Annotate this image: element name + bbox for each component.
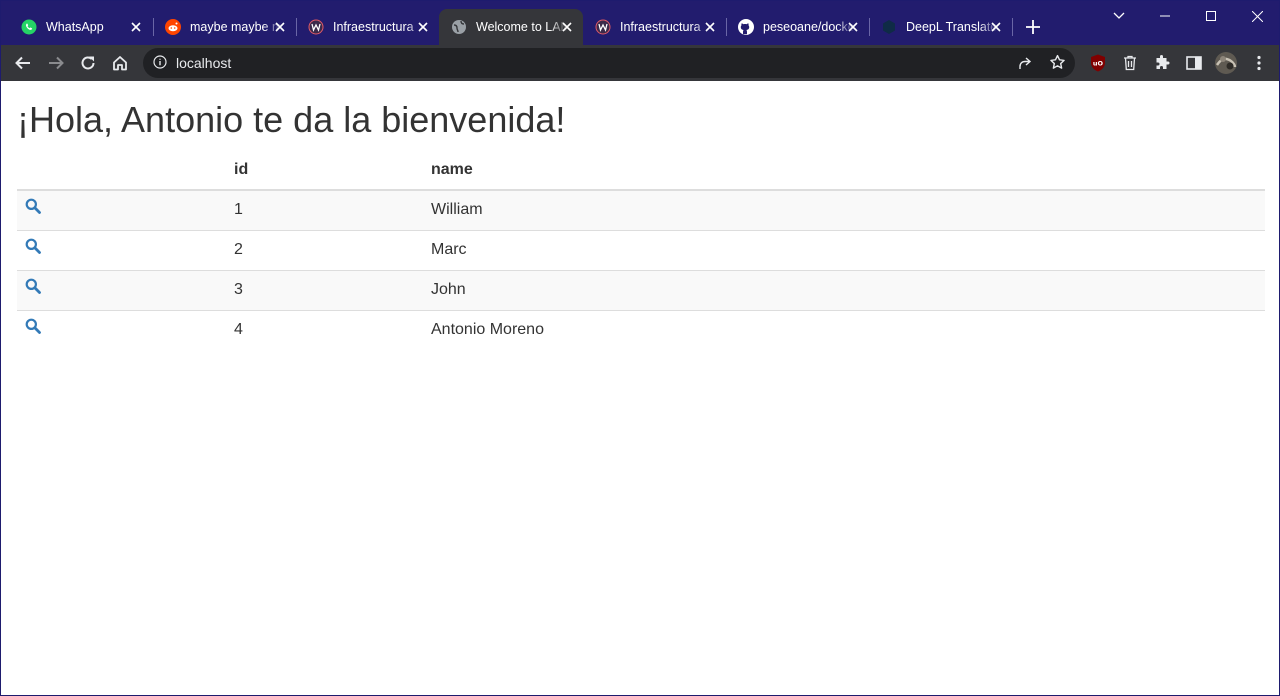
header-id: id [226,150,423,191]
reload-button[interactable] [76,51,100,75]
row-id: 2 [226,229,423,270]
window-close-button[interactable] [1234,1,1279,31]
puzzle-icon [1156,55,1170,69]
row-id: 1 [226,189,423,230]
header-actions [17,150,226,191]
close-icon[interactable] [845,19,861,35]
search-icon[interactable] [25,198,41,215]
tab-separator [1012,18,1013,36]
tab-title: DeepL Translate [906,20,998,34]
github-icon [738,19,754,35]
ublock-extension-button[interactable]: uO [1086,51,1110,75]
row-id: 4 [226,309,423,350]
header-name: name [423,150,1265,191]
table-row: 2 Marc [17,229,1265,270]
tab-search-button[interactable] [1096,1,1142,31]
row-action-cell [17,189,226,230]
table-row: 4 Antonio Moreno [17,309,1265,350]
avatar-icon [1215,52,1237,74]
svg-text:uO: uO [1093,60,1104,68]
share-icon[interactable] [1017,55,1033,76]
plus-icon [1026,20,1040,34]
ublock-shield-icon: uO [1091,54,1105,72]
new-tab-button[interactable] [1023,17,1043,37]
globe-icon [451,19,467,35]
tab-title: Welcome to LAMP [476,20,568,34]
trash-extension-button[interactable] [1118,51,1142,75]
tab-title: peseoane/docker [763,20,855,34]
close-icon[interactable] [559,19,575,35]
side-panel-icon [1186,56,1202,70]
tab-deepl[interactable]: DeepL Translate [869,9,1012,45]
reddit-icon [165,19,181,35]
row-action-cell [17,269,226,310]
side-panel-button[interactable] [1182,51,1206,75]
w-logo-icon [308,19,324,35]
tab-whatsapp[interactable]: WhatsApp [9,9,152,45]
tab-strip: WhatsApp maybe maybe maybe Infraestructu… [1,1,1279,45]
tab-title: WhatsApp [46,20,104,34]
tab-infraestructura-2[interactable]: Infraestructura [583,9,726,45]
row-name: Marc [423,229,1265,270]
deepl-icon [881,19,897,35]
browser-toolbar: localhost uO [1,45,1279,81]
address-bar[interactable]: localhost [143,48,1075,78]
forward-button[interactable] [44,51,68,75]
row-id: 3 [226,269,423,310]
row-action-cell [17,309,226,350]
browser-window: WhatsApp maybe maybe maybe Infraestructu… [0,0,1280,696]
table-header-row: id name [17,150,1265,191]
search-icon[interactable] [25,318,41,335]
arrow-left-icon [15,56,30,70]
close-icon[interactable] [988,19,1004,35]
close-icon[interactable] [128,19,144,35]
minimize-icon [1160,15,1170,17]
tab-title: Infraestructura [620,20,701,34]
tab-title: Infraestructura [333,20,414,34]
home-button[interactable] [108,51,132,75]
chevron-down-icon [1113,12,1125,19]
maximize-button[interactable] [1188,1,1234,31]
row-name: John [423,269,1265,310]
extensions-button[interactable] [1150,51,1174,75]
tab-github[interactable]: peseoane/docker [726,9,869,45]
close-icon[interactable] [272,19,288,35]
table-row: 1 William [17,189,1265,230]
close-icon[interactable] [415,19,431,35]
minimize-button[interactable] [1142,1,1188,31]
chrome-menu-button[interactable] [1247,51,1271,75]
reload-icon [81,56,95,70]
tab-infraestructura-1[interactable]: Infraestructura [296,9,439,45]
info-icon[interactable] [153,55,167,74]
close-icon[interactable] [702,19,718,35]
profile-avatar[interactable] [1213,50,1239,76]
users-table: id name 1 William 2 Marc 3 John 4 Antoni… [17,150,1265,350]
bookmark-star-icon[interactable] [1049,54,1066,76]
close-icon [1251,10,1263,22]
tab-welcome-lamp[interactable]: Welcome to LAMP [439,9,583,45]
tab-title: maybe maybe maybe [190,20,282,34]
w-logo-icon [595,19,611,35]
url-text: localhost [176,55,232,71]
trash-icon [1124,55,1136,71]
row-name: Antonio Moreno [423,309,1265,350]
whatsapp-icon [21,19,37,35]
page-content: ¡Hola, Antonio te da la bienvenida! id n… [1,81,1279,695]
maximize-icon [1206,11,1216,21]
row-name: William [423,189,1265,230]
home-icon [113,56,127,71]
arrow-right-icon [49,56,64,70]
kebab-menu-icon [1257,55,1261,71]
row-action-cell [17,229,226,270]
back-button[interactable] [11,51,35,75]
table-row: 3 John [17,269,1265,310]
search-icon[interactable] [25,238,41,254]
tab-reddit[interactable]: maybe maybe maybe [153,9,296,45]
page-heading: ¡Hola, Antonio te da la bienvenida! [17,99,566,140]
search-icon[interactable] [25,278,41,294]
